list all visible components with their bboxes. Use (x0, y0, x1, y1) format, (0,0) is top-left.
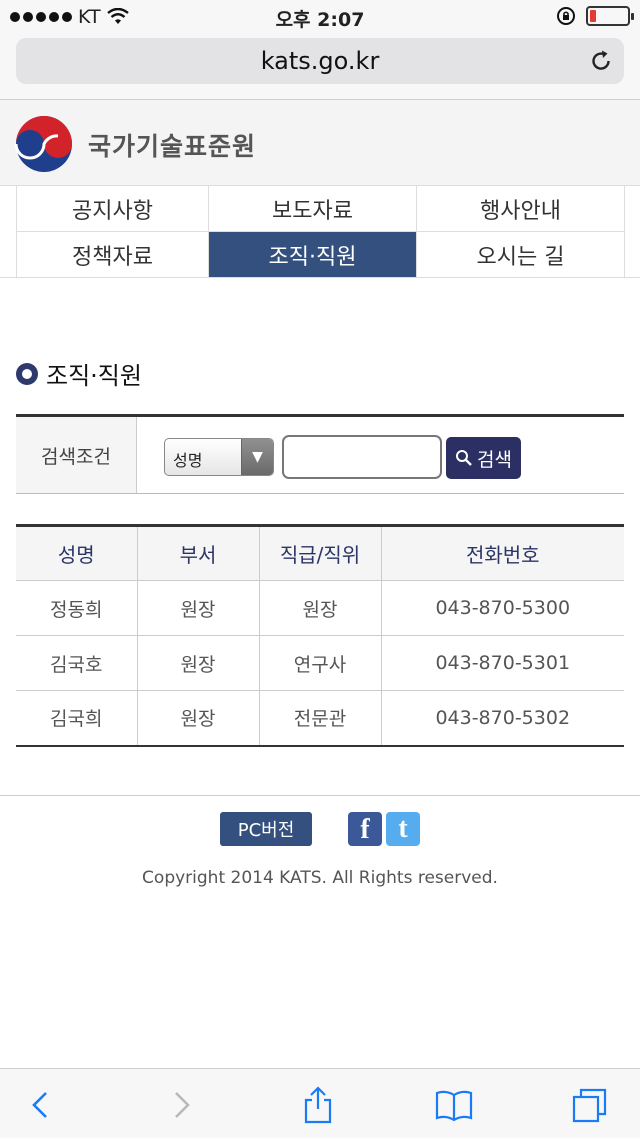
back-button[interactable] (18, 1083, 62, 1127)
cell-name: 정동희 (16, 580, 138, 636)
tabs-button[interactable] (568, 1083, 612, 1127)
bookmarks-button[interactable] (432, 1083, 476, 1127)
search-button[interactable]: 검색 (446, 437, 521, 479)
main-nav: 공지사항 보도자료 행사안내 정책자료 조직·직원 오시는 길 (16, 186, 625, 278)
bullet-circle-icon (16, 362, 38, 385)
site-logo-text[interactable]: 국가기술표준원 (88, 127, 256, 163)
search-button-label: 검색 (477, 448, 512, 471)
search-field-select[interactable]: 성명 ▼ (164, 438, 274, 476)
nav-divider (0, 277, 640, 278)
column-header-name: 성명 (16, 525, 138, 581)
chevron-right-icon (175, 1092, 190, 1118)
cell-position: 원장 (259, 580, 382, 636)
search-icon (456, 450, 472, 466)
status-right (556, 6, 634, 26)
cell-phone[interactable]: 043-870-5302 (381, 691, 624, 746)
facebook-icon[interactable]: f (348, 812, 382, 846)
cell-name: 김국희 (16, 690, 138, 746)
orientation-lock-icon (557, 7, 575, 25)
column-header-phone: 전화번호 (381, 525, 624, 581)
nav-item-directions[interactable]: 오시는 길 (417, 232, 625, 278)
book-icon (435, 1090, 473, 1122)
twitter-icon[interactable]: t (386, 812, 420, 846)
cell-phone[interactable]: 043-870-5301 (381, 635, 624, 691)
status-bar: KT 오후 2:07 (0, 0, 640, 34)
cell-position: 전문관 (259, 690, 382, 746)
table-row: 김국호 원장 연구사 043-870-5301 (16, 635, 624, 691)
reload-icon[interactable] (588, 48, 614, 74)
column-header-position: 직급/직위 (259, 525, 382, 581)
share-button[interactable] (296, 1083, 340, 1127)
search-condition-label: 검색조건 (16, 417, 137, 493)
table-header-row: 성명 부서 직급/직위 전화번호 (16, 525, 624, 581)
search-panel: 검색조건 성명 ▼ 검색 (16, 414, 624, 494)
chevron-left-icon (32, 1092, 47, 1118)
copyright-text: Copyright 2014 KATS. All Rights reserved… (142, 868, 498, 888)
share-icon (304, 1086, 332, 1124)
government-logo-icon[interactable] (14, 114, 74, 174)
staff-table: 성명 부서 직급/직위 전화번호 정동희 원장 원장 043-870-5300 … (16, 524, 624, 747)
status-time: 오후 2:07 (275, 9, 365, 31)
nav-item-notices[interactable]: 공지사항 (17, 186, 209, 232)
table-row: 정동희 원장 원장 043-870-5300 (16, 580, 624, 636)
address-bar[interactable]: kats.go.kr (16, 38, 624, 84)
cell-position: 연구사 (259, 635, 382, 691)
url-text: kats.go.kr (260, 47, 380, 75)
browser-address-area: kats.go.kr (0, 34, 640, 100)
cell-phone[interactable]: 043-870-5300 (381, 580, 624, 636)
battery-icon (586, 6, 634, 26)
cell-name: 김국호 (16, 635, 138, 691)
table-row: 김국희 원장 전문관 043-870-5302 (16, 690, 624, 746)
pc-version-button[interactable]: PC버전 (220, 812, 312, 846)
forward-button[interactable] (160, 1083, 204, 1127)
section-title: 조직·직원 (16, 356, 142, 391)
nav-item-policy[interactable]: 정책자료 (17, 232, 209, 278)
page-title: 조직·직원 (46, 362, 142, 390)
nav-item-organization[interactable]: 조직·직원 (209, 232, 417, 278)
site-header: 국가기술표준원 (0, 100, 640, 186)
browser-toolbar (0, 1068, 640, 1138)
column-header-department: 부서 (137, 525, 260, 581)
nav-item-press[interactable]: 보도자료 (209, 186, 417, 232)
chevron-down-icon[interactable]: ▼ (241, 439, 273, 475)
cell-department: 원장 (137, 580, 260, 636)
search-select-value: 성명 (173, 451, 203, 470)
cell-department: 원장 (137, 690, 260, 746)
cell-department: 원장 (137, 635, 260, 691)
search-input[interactable] (282, 435, 442, 479)
nav-item-events[interactable]: 행사안내 (417, 186, 625, 232)
footer-divider (0, 795, 640, 796)
tabs-icon (572, 1088, 607, 1123)
